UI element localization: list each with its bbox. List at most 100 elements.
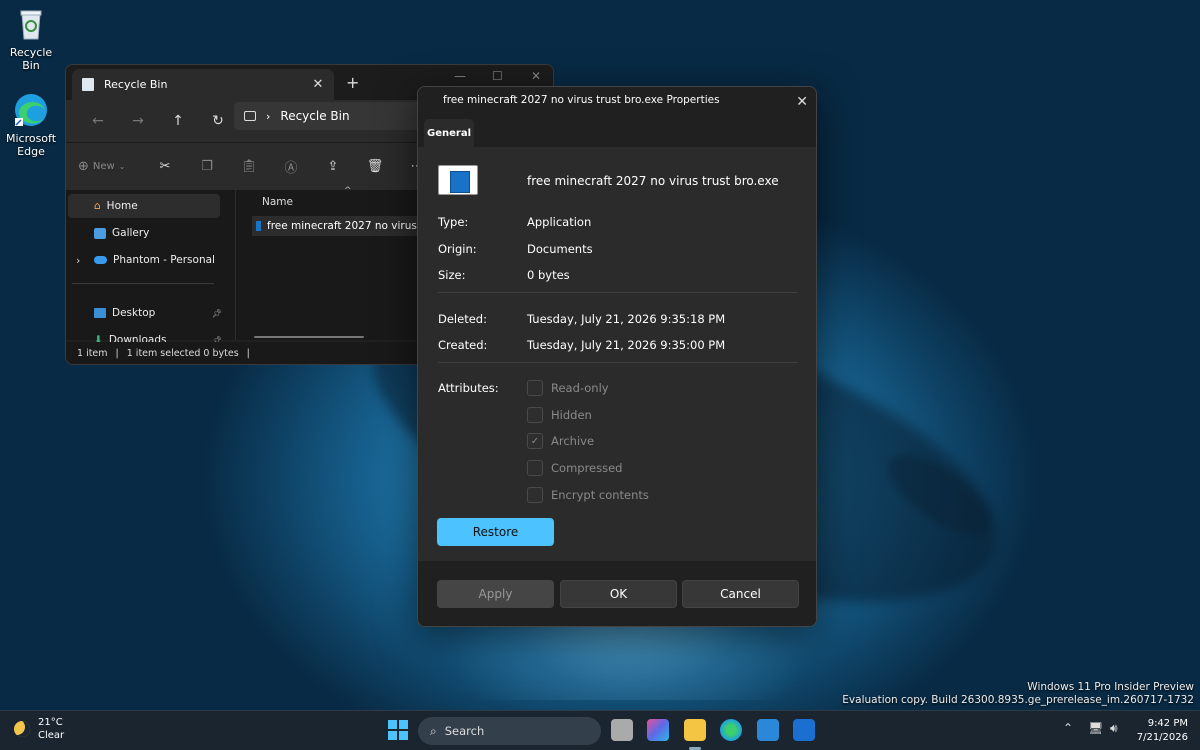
cut-icon[interactable]: ✂ <box>150 159 180 174</box>
recycle-bin-icon <box>20 10 42 40</box>
desktop-icon-label: Recycle Bin <box>9 46 53 72</box>
status-selection: 1 item selected 0 bytes <box>126 347 239 359</box>
sidebar-item-home[interactable]: ⌂ Home <box>68 194 220 218</box>
checkbox-label: Encrypt contents <box>551 488 649 502</box>
ok-button[interactable]: OK <box>560 580 677 608</box>
taskbar-search[interactable]: ⌕ Search <box>418 717 601 745</box>
refresh-icon[interactable]: ↻ <box>198 113 238 129</box>
up-icon[interactable]: ↑ <box>158 113 198 129</box>
weather-desc: Clear <box>38 730 65 741</box>
minimize-icon[interactable]: — <box>454 69 466 83</box>
deleted-value: Tuesday, July 21, 2026 9:35:18 PM <box>527 312 726 326</box>
edge-icon[interactable] <box>720 719 742 741</box>
checkbox-label: Archive <box>551 434 595 448</box>
sidebar-item-onedrive[interactable]: › Phantom - Personal <box>68 248 220 272</box>
desktop-icon-edge[interactable]: Microsoft Edge <box>1 92 61 158</box>
checkbox-archive[interactable]: ✓ Archive <box>527 433 594 449</box>
weather-temp: 21°C <box>38 717 63 728</box>
share-icon[interactable]: ⇪ <box>318 159 348 174</box>
start-icon[interactable] <box>387 719 409 741</box>
delete-icon[interactable]: 🗑︎ <box>360 159 390 174</box>
address-bar[interactable]: › Recycle Bin <box>234 102 434 130</box>
home-icon: ⌂ <box>94 200 101 212</box>
origin-label: Origin: <box>438 242 477 256</box>
watermark-line1: Windows 11 Pro Insider Preview <box>1027 681 1194 693</box>
forward-icon[interactable]: → <box>118 113 158 129</box>
checkbox-compressed[interactable]: Compressed <box>527 460 622 476</box>
horizontal-scrollbar[interactable] <box>254 336 364 338</box>
properties-dialog: free minecraft 2027 no virus trust bro.e… <box>417 86 817 627</box>
checkbox-label: Hidden <box>551 408 592 422</box>
time: 9:42 PM <box>1147 718 1188 729</box>
status-separator: | <box>246 347 250 359</box>
column-header-name[interactable]: Name <box>262 196 293 208</box>
clock[interactable]: 9:42 PM 7/21/2026 <box>1137 717 1188 745</box>
rename-icon[interactable]: Ⓐ <box>276 157 306 176</box>
attributes-label: Attributes: <box>438 381 499 395</box>
file-name-cell: free minecraft 2027 no virus trust bro.e… <box>267 220 442 232</box>
network-icon[interactable]: 🖥︎ <box>1088 721 1103 735</box>
monitor-icon <box>244 111 256 121</box>
gallery-icon <box>94 227 106 239</box>
volume-icon[interactable]: 🔊︎ <box>1110 721 1118 736</box>
close-icon[interactable]: ✕ <box>796 89 808 115</box>
type-label: Type: <box>438 215 469 229</box>
paste-icon[interactable]: 📋︎ <box>234 159 264 174</box>
outlook-icon[interactable] <box>793 719 815 741</box>
checkbox-encrypt[interactable]: Encrypt contents <box>527 487 649 503</box>
created-label: Created: <box>438 338 488 352</box>
windows-logo-icon <box>388 720 408 740</box>
file-explorer-icon[interactable] <box>684 719 706 741</box>
sidebar-item-desktop[interactable]: Desktop 📌︎ <box>68 301 222 325</box>
copy-icon[interactable]: ❐ <box>192 159 222 174</box>
divider <box>438 292 798 293</box>
weather-widget[interactable]: 21°C Clear <box>14 716 64 742</box>
dialog-footer: Apply OK Cancel <box>418 561 816 626</box>
cancel-button[interactable]: Cancel <box>682 580 799 608</box>
tab-recycle-bin[interactable]: Recycle Bin ✕ <box>72 69 334 100</box>
checkbox-box <box>527 407 543 423</box>
status-item-count: 1 item <box>77 347 108 359</box>
sidebar-item-label: Desktop <box>112 307 156 319</box>
checkbox-read-only[interactable]: Read-only <box>527 380 609 396</box>
created-value: Tuesday, July 21, 2026 9:35:00 PM <box>527 338 726 352</box>
exe-file-icon <box>256 221 261 231</box>
checkbox-box <box>527 487 543 503</box>
restore-button[interactable]: Restore <box>437 518 554 546</box>
maximize-icon[interactable]: ☐ <box>492 69 503 83</box>
close-tab-icon[interactable]: ✕ <box>308 77 328 92</box>
dialog-titlebar: free minecraft 2027 no virus trust bro.e… <box>418 87 816 115</box>
deleted-label: Deleted: <box>438 312 487 326</box>
sidebar-item-label: Home <box>106 200 138 212</box>
back-icon[interactable]: ← <box>78 113 118 129</box>
close-window-icon[interactable]: ✕ <box>531 69 541 83</box>
desktop-icon-recycle-bin[interactable]: Recycle Bin <box>1 6 61 72</box>
sidebar-item-label: Gallery <box>112 227 150 239</box>
dialog-tabstrip: General <box>418 115 816 147</box>
search-icon: ⌕ <box>430 723 437 738</box>
apply-button[interactable]: Apply <box>437 580 554 608</box>
status-separator: | <box>115 347 119 359</box>
new-tab-button[interactable]: + <box>346 73 359 92</box>
plus-circle-icon: ⊕ <box>78 159 89 174</box>
checkbox-hidden[interactable]: Hidden <box>527 407 592 423</box>
new-button[interactable]: ⊕ New ⌄ <box>78 159 138 174</box>
origin-value: Documents <box>527 242 593 256</box>
chevron-up-icon[interactable]: ⌃ <box>1063 721 1073 735</box>
sort-ascending-icon: ^ <box>344 186 352 196</box>
table-row[interactable]: free minecraft 2027 no virus trust bro.e… <box>252 216 442 236</box>
exe-file-icon <box>438 165 478 195</box>
onedrive-icon <box>94 256 107 264</box>
tab-general[interactable]: General <box>424 119 474 147</box>
watermark-line2: Evaluation copy. Build 26300.8935.ge_pre… <box>842 694 1194 706</box>
sidebar-item-gallery[interactable]: Gallery <box>68 221 220 245</box>
task-view-icon[interactable] <box>611 719 633 741</box>
desktop-icon-label: Microsoft Edge <box>5 132 57 158</box>
address-text: Recycle Bin <box>280 109 350 123</box>
dialog-title: free minecraft 2027 no virus trust bro.e… <box>443 94 720 106</box>
file-name: free minecraft 2027 no virus trust bro.e… <box>527 174 779 188</box>
chevron-right-icon[interactable]: › <box>76 254 80 267</box>
m365-icon[interactable] <box>647 719 669 741</box>
new-label: New <box>92 161 115 172</box>
store-icon[interactable] <box>757 719 779 741</box>
